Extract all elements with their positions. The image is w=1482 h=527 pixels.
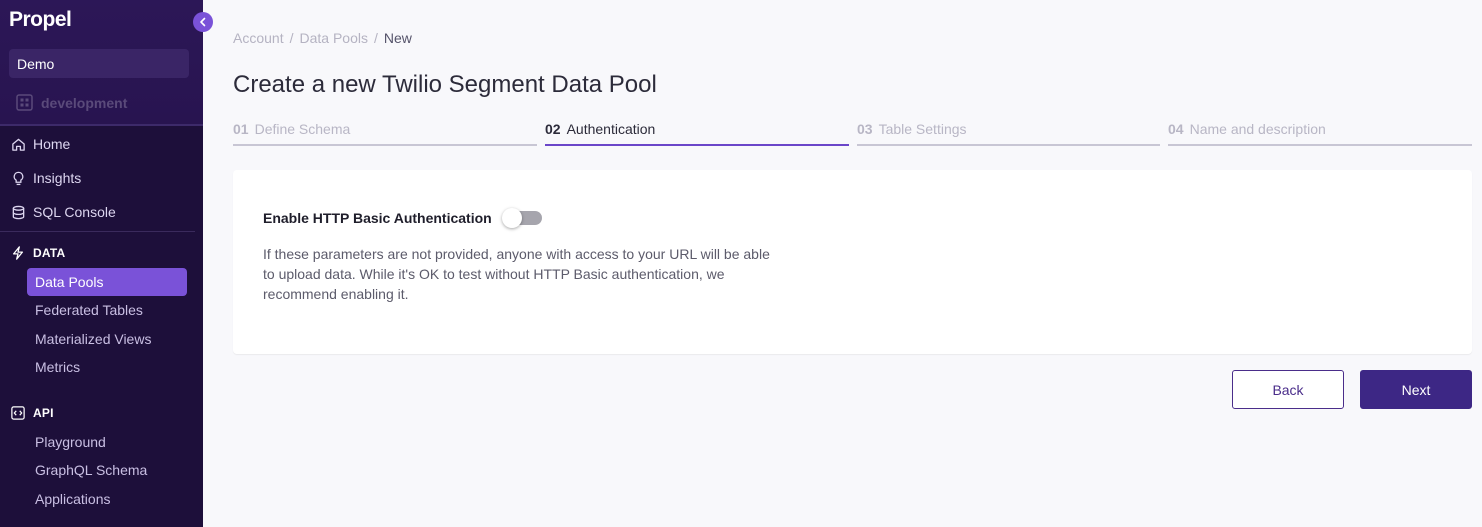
sub-environment[interactable]: development [16,94,127,111]
sub-environment-label: development [41,94,128,111]
step-label: Table Settings [878,121,967,137]
nav-divider [0,231,195,232]
chevron-left-icon [198,17,208,27]
step-number: 01 [233,121,249,137]
nav-item-home[interactable]: Home [11,134,70,154]
back-button[interactable]: Back [1232,370,1344,409]
toggle-knob [502,208,522,228]
section-header-data: DATA [11,246,65,260]
breadcrumb-separator: / [289,30,294,46]
step-label: Authentication [566,121,656,137]
step-table-settings[interactable]: 03 Table Settings [857,121,1160,146]
breadcrumb-account[interactable]: Account [233,30,284,46]
nav-item-insights[interactable]: Insights [11,168,81,188]
sidebar-header: Propel Demo development [0,0,203,126]
code-icon [11,406,25,420]
breadcrumb-current: New [383,30,412,46]
step-label: Define Schema [254,121,351,137]
step-number: 04 [1168,121,1184,137]
lightbulb-icon [11,171,26,186]
nav-label: Insights [33,170,82,186]
breadcrumb-data-pools[interactable]: Data Pools [299,30,367,46]
step-number: 03 [857,121,873,137]
section-title: API [33,406,54,420]
nav-label: SQL Console [33,204,116,220]
basic-auth-description: If these parameters are not provided, an… [263,246,770,302]
page-title: Create a new Twilio Segment Data Pool [233,71,657,98]
nav-item-sql-console[interactable]: SQL Console [11,202,116,222]
basic-auth-toggle[interactable] [502,208,542,228]
nav-label: Home [33,136,71,152]
basic-auth-label: Enable HTTP Basic Authentication [263,210,492,226]
step-define-schema[interactable]: 01 Define Schema [233,121,537,146]
sidebar-item-playground[interactable]: Playground [27,428,187,456]
sidebar-item-applications[interactable]: Applications [27,485,187,513]
home-icon [11,137,26,152]
collapse-sidebar-button[interactable] [193,12,213,32]
breadcrumb-separator: / [373,30,378,46]
sidebar-item-graphql-schema[interactable]: GraphQL Schema [27,456,187,484]
authentication-card: Enable HTTP Basic Authentication If thes… [233,170,1472,354]
step-number: 02 [545,121,561,137]
step-label: Name and description [1189,121,1326,137]
section-title: DATA [33,246,66,260]
environment-selector[interactable]: Demo [9,49,189,78]
next-button[interactable]: Next [1360,370,1472,409]
sidebar-item-metrics[interactable]: Metrics [27,353,187,381]
grid-icon [16,94,33,111]
propel-logo[interactable]: Propel [9,8,72,32]
database-icon [11,205,26,220]
sidebar: Propel Demo development Home Insights SQ… [0,0,203,527]
sidebar-item-federated-tables[interactable]: Federated Tables [27,296,187,324]
breadcrumb: Account / Data Pools / New [233,30,412,46]
sidebar-item-data-pools[interactable]: Data Pools [27,268,187,296]
bolt-icon [11,246,25,260]
sidebar-item-materialized-views[interactable]: Materialized Views [27,325,187,353]
step-authentication[interactable]: 02 Authentication [545,121,849,146]
section-header-api: API [11,406,54,420]
step-name-and-description[interactable]: 04 Name and description [1168,121,1472,146]
